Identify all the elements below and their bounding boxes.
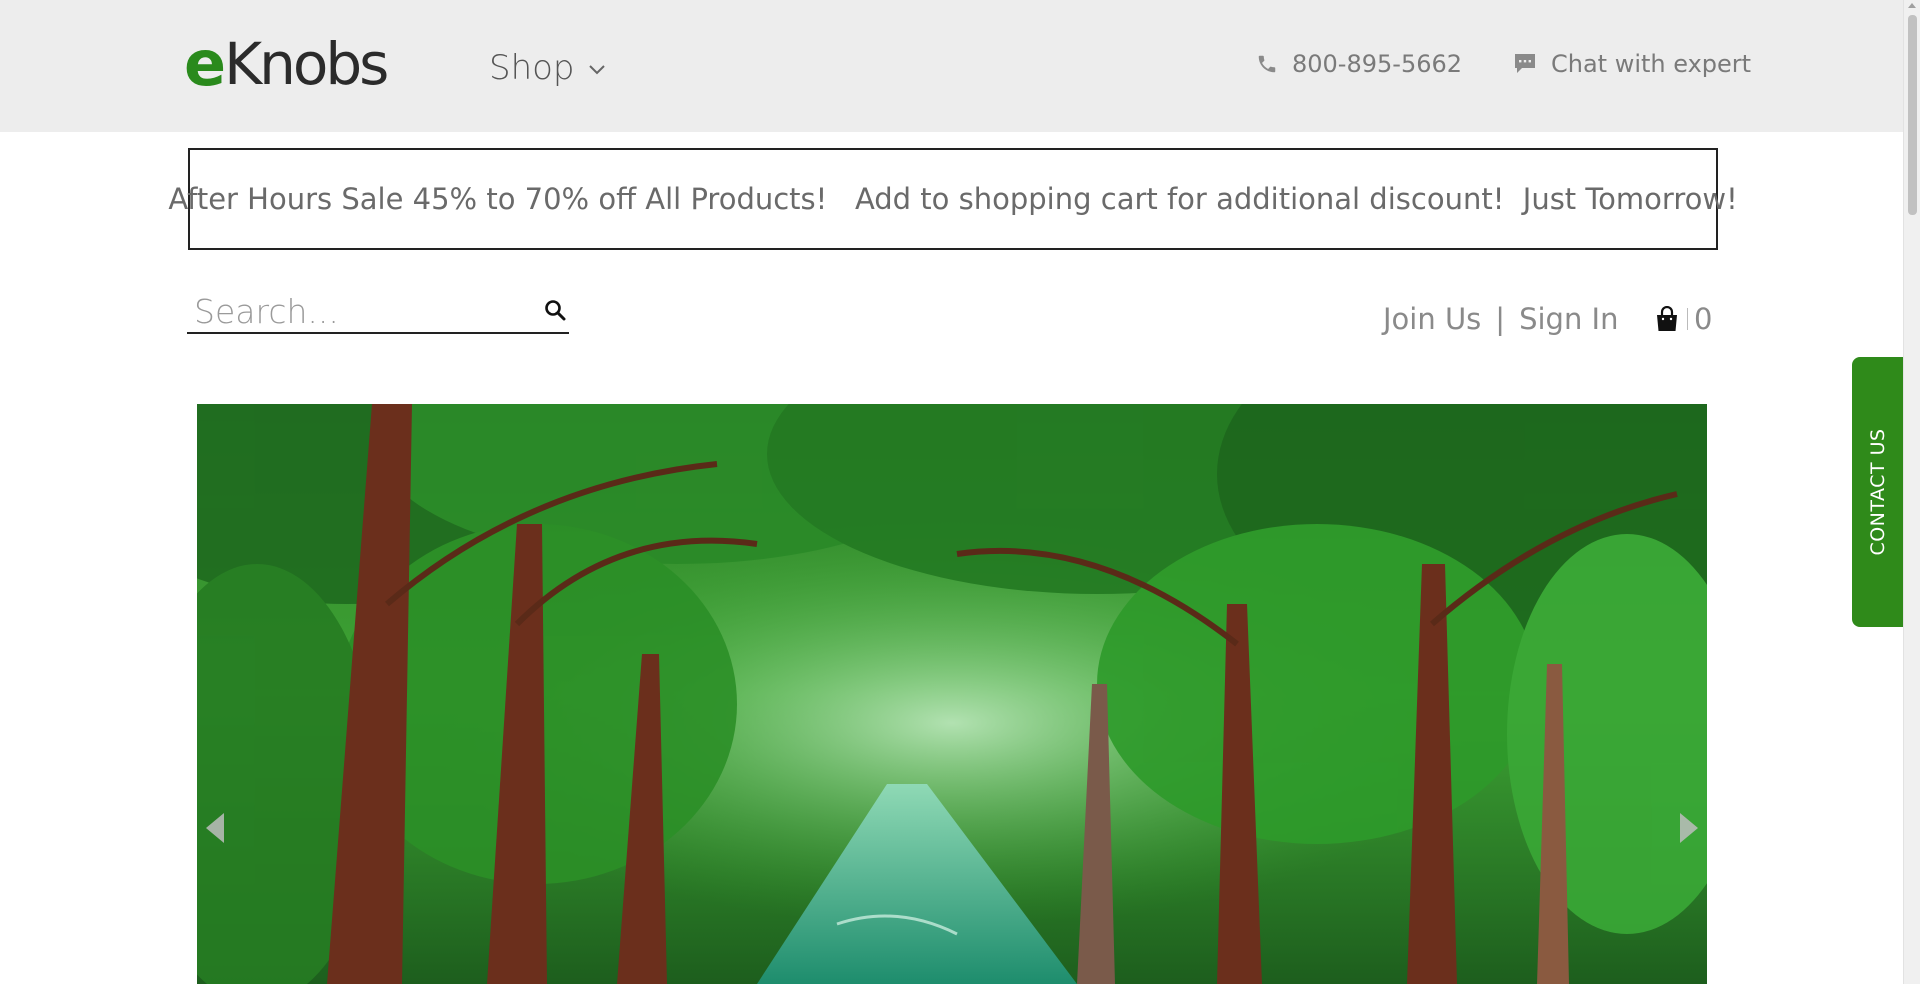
account-links: Join Us | Sign In	[1383, 302, 1618, 336]
scrollbar-thumb[interactable]	[1908, 15, 1917, 215]
logo-e: e	[184, 27, 226, 100]
account-separator: |	[1495, 302, 1506, 336]
chat-label: Chat with expert	[1551, 50, 1752, 78]
scroll-up-arrow-icon[interactable]	[1908, 3, 1916, 8]
contact-us-label: CONTACT US	[1866, 428, 1889, 556]
contact-us-tab[interactable]: CONTACT US	[1852, 357, 1903, 627]
cart-count: 0	[1694, 302, 1713, 336]
eknobs-logo[interactable]: e Knobs	[184, 27, 389, 100]
carousel-prev-arrow-icon[interactable]	[200, 810, 230, 846]
search-input[interactable]	[187, 290, 517, 332]
chat-bubble-icon	[1515, 54, 1535, 73]
shopping-bag-icon	[1657, 306, 1677, 331]
phone-number: 800-895-5662	[1292, 50, 1463, 78]
search-icon[interactable]	[543, 298, 569, 324]
forest-river-image	[197, 404, 1707, 984]
cart-divider	[1687, 308, 1688, 330]
join-us-link[interactable]: Join Us	[1383, 302, 1481, 336]
site-header: e Knobs Shop 800-895-5662 Chat with exper…	[0, 0, 1903, 132]
logo-wordmark: Knobs	[224, 30, 389, 98]
chevron-down-icon	[588, 65, 605, 75]
carousel-next-arrow-icon[interactable]	[1674, 810, 1704, 846]
sign-in-link[interactable]: Sign In	[1519, 302, 1618, 336]
hero-carousel-image	[197, 404, 1707, 984]
phone-icon	[1258, 55, 1276, 73]
promo-banner: After Hours Sale 45% to 70% off All Prod…	[168, 148, 1738, 250]
shop-menu[interactable]: Shop	[489, 48, 605, 88]
promo-text: After Hours Sale 45% to 70% off All Prod…	[168, 182, 1738, 216]
search-box	[187, 290, 569, 334]
page-scrollbar[interactable]	[1903, 0, 1920, 984]
cart-button[interactable]: 0	[1655, 302, 1712, 336]
phone-link[interactable]: 800-895-5662	[1256, 50, 1462, 78]
shop-label: Shop	[489, 48, 575, 88]
chat-with-expert-link[interactable]: Chat with expert	[1513, 50, 1751, 78]
